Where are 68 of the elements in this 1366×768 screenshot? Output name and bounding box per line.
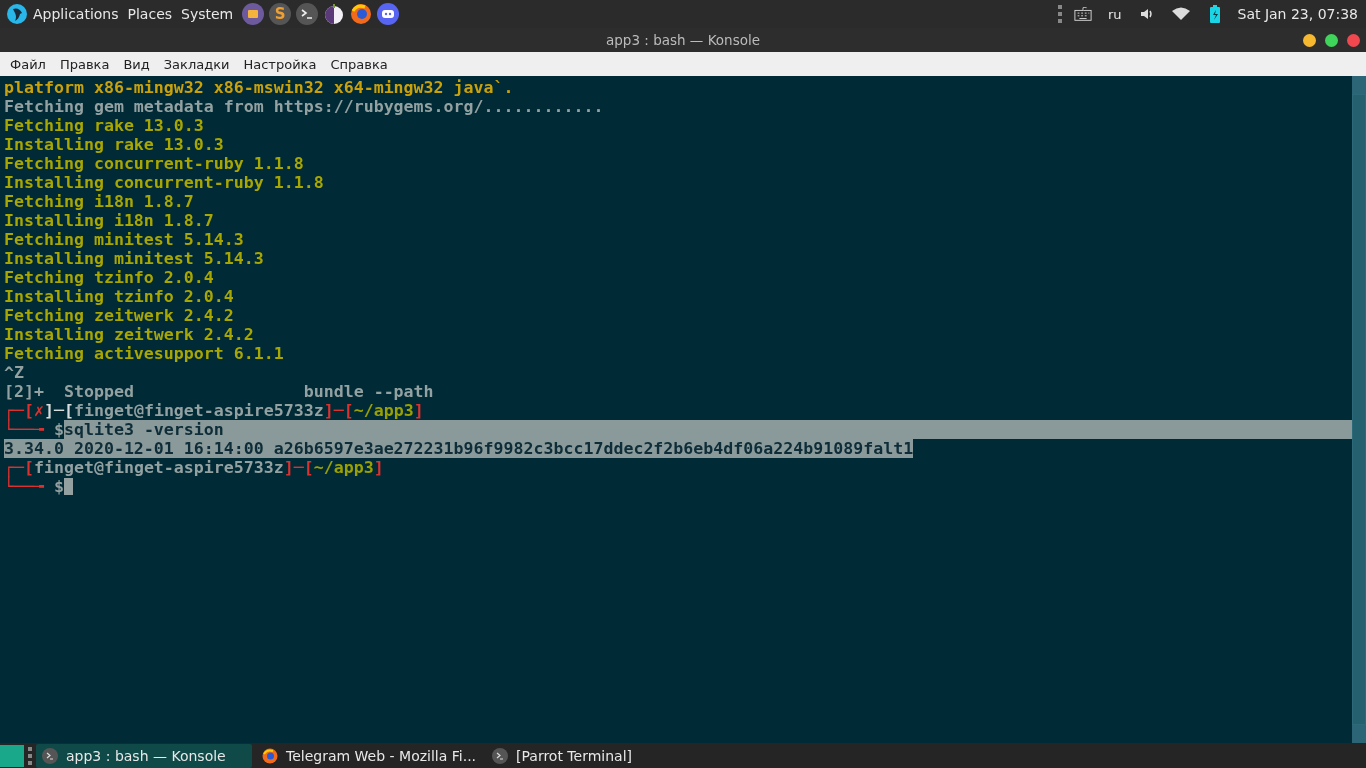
terminal-text: └──╼ bbox=[4, 477, 45, 496]
terminal-text: ]─[ bbox=[323, 401, 354, 420]
terminal-text: Fetching i18n 1.8.7 bbox=[4, 192, 194, 211]
terminal-text: Installing tzinfo 2.0.4 bbox=[4, 287, 234, 306]
terminal-text: ~/app3 bbox=[353, 401, 414, 420]
terminal-text: ┌─[ bbox=[4, 401, 34, 420]
wifi-icon[interactable] bbox=[1171, 6, 1190, 22]
window-title: app3 : bash — Konsole bbox=[606, 32, 760, 48]
menu-item[interactable]: Вид bbox=[116, 56, 157, 72]
panel-menu[interactable]: System bbox=[181, 6, 234, 22]
terminal-text: ~/app3 bbox=[313, 458, 374, 477]
taskbar-button[interactable]: Telegram Web - Mozilla Fi... bbox=[256, 743, 483, 768]
selected-terminal-text: 3.34.0 2020-12-01 16:14:00 a26b6597e3ae272231b96f9982c3bcc17ddec2f2b6eb4df06a224b91089falt1 bbox=[4, 439, 914, 458]
terminal-icon bbox=[42, 747, 58, 764]
menu-item[interactable]: Закладки bbox=[156, 56, 237, 72]
selected-terminal-text: sqlite3 -version bbox=[63, 420, 224, 439]
menu-item[interactable]: Справка bbox=[323, 56, 395, 72]
terminal-text: [2]+ Stopped bundle --path bbox=[4, 382, 434, 401]
workspace-switcher[interactable] bbox=[0, 744, 24, 767]
terminal-text: ] bbox=[413, 401, 424, 420]
battery-icon[interactable] bbox=[1209, 5, 1220, 23]
terminal-text: ]─[ bbox=[283, 458, 314, 477]
terminal-text: $ bbox=[53, 420, 64, 439]
menu-item[interactable]: Правка bbox=[52, 56, 117, 72]
browser-icon bbox=[262, 747, 278, 764]
terminal-text: Installing minitest 5.14.3 bbox=[4, 249, 264, 268]
terminal-icon bbox=[492, 747, 509, 764]
terminal-text: ] bbox=[373, 458, 384, 477]
terminal-text: platform x86-mingw32 x86-mswin32 x64-mingw32 java`. bbox=[4, 78, 514, 97]
terminal-text: Fetching concurrent-ruby 1.1.8 bbox=[4, 154, 304, 173]
terminal-text: Fetching activesupport 6.1.1 bbox=[4, 344, 284, 363]
terminal-text: └──╼ bbox=[4, 420, 45, 439]
maximize-button[interactable] bbox=[1325, 34, 1338, 47]
terminal-text: Fetching zeitwerk 2.4.2 bbox=[4, 306, 234, 325]
handle-icon bbox=[28, 746, 32, 765]
terminal-text: Installing zeitwerk 2.4.2 bbox=[4, 325, 254, 344]
parrot-logo-icon[interactable] bbox=[6, 3, 28, 25]
close-button[interactable] bbox=[1347, 34, 1360, 47]
terminal-icon[interactable] bbox=[296, 3, 319, 25]
terminal-text: Fetching gem metadata from https://rubygems.org/............ bbox=[4, 97, 604, 116]
keyboard-icon[interactable] bbox=[1073, 6, 1092, 22]
keyboard-layout[interactable]: ru bbox=[1107, 6, 1122, 22]
menu-item[interactable]: Файл bbox=[3, 56, 53, 72]
terminal-text: ^Z bbox=[4, 363, 24, 382]
panel-menu[interactable]: Places bbox=[127, 6, 173, 22]
browser-icon[interactable] bbox=[350, 3, 373, 25]
panel-menu[interactable]: Applications bbox=[33, 6, 119, 22]
terminal-text: Fetching rake 13.0.3 bbox=[4, 116, 204, 135]
onion-icon[interactable] bbox=[323, 3, 346, 25]
clock[interactable]: Sat Jan 23, 07:38 bbox=[1237, 6, 1358, 22]
terminal-text: finget@finget-aspire5733z bbox=[73, 401, 324, 420]
taskbar-button[interactable]: app3 : bash — Konsole bbox=[36, 743, 252, 768]
terminal-text: ┌─[ bbox=[4, 458, 34, 477]
terminal-text: finget@finget-aspire5733z bbox=[34, 458, 284, 477]
handle-icon bbox=[1057, 5, 1062, 23]
terminal-text: ✗ bbox=[34, 401, 44, 420]
terminal-text: Installing rake 13.0.3 bbox=[4, 135, 224, 154]
taskbar-button[interactable]: [Parrot Terminal] bbox=[486, 743, 638, 768]
terminal-text: Installing i18n 1.8.7 bbox=[4, 211, 214, 230]
menu-item[interactable]: Настройка bbox=[236, 56, 324, 72]
terminal-text: Fetching minitest 5.14.3 bbox=[4, 230, 244, 249]
terminal-text: $ bbox=[53, 477, 64, 496]
chat-icon[interactable] bbox=[377, 3, 400, 25]
terminal-text: ]─[ bbox=[44, 401, 74, 420]
minimize-button[interactable] bbox=[1303, 34, 1316, 47]
terminal-text: Installing concurrent-ruby 1.1.8 bbox=[4, 173, 324, 192]
terminal-text: Fetching tzinfo 2.0.4 bbox=[4, 268, 214, 287]
folder-icon[interactable] bbox=[242, 3, 265, 25]
